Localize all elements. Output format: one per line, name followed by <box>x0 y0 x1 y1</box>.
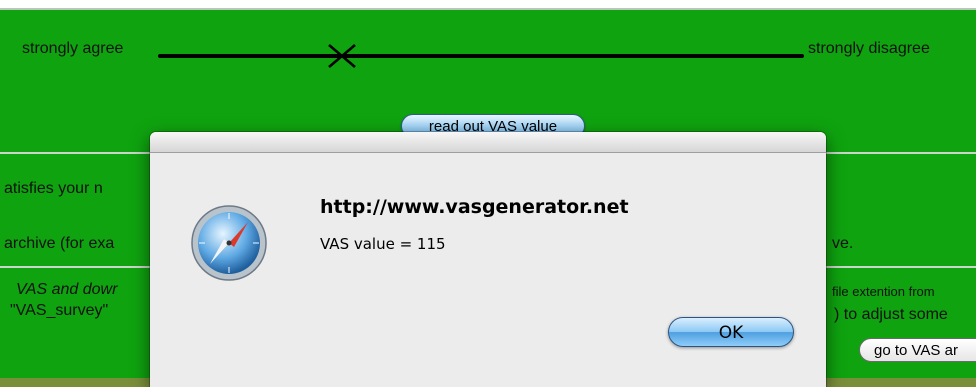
dialog-title-bar <box>150 132 826 153</box>
scale-left-label: strongly agree <box>22 40 124 57</box>
dialog-title: http://www.vasgenerator.net <box>320 196 629 218</box>
safari-compass-icon <box>191 205 267 281</box>
instruction-text: ve. <box>832 235 854 252</box>
vas-marker-cross-icon[interactable] <box>327 43 357 69</box>
dialog-message: VAS value = 115 <box>320 235 446 253</box>
ok-button[interactable]: OK <box>668 317 794 347</box>
instruction-text: ) to adjust some <box>834 306 948 323</box>
vas-slider-line[interactable] <box>158 54 804 58</box>
alert-dialog: http://www.vasgenerator.net VAS value = … <box>150 132 826 387</box>
scale-right-label: strongly disagree <box>808 40 930 57</box>
instruction-text: "VAS_survey" <box>10 302 109 319</box>
instruction-text: file extention from <box>832 284 935 299</box>
instruction-text: atisfies your n <box>4 180 103 197</box>
instruction-text: archive (for exa <box>4 235 115 252</box>
instruction-text: VAS and dowr <box>16 281 118 298</box>
go-to-vas-button[interactable]: go to VAS ar <box>859 338 976 362</box>
